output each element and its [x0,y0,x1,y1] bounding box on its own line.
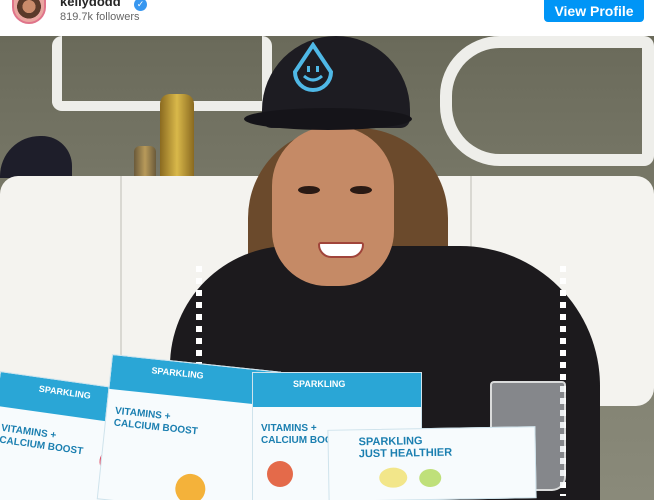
post-photo[interactable]: SPARKLING VITAMINS + CALCIUM BOOST SPARK… [0,36,654,500]
fruit-graphic [419,468,442,488]
gold-bottle [160,94,194,184]
product-box: SPARKLING JUST HEALTHIER [327,426,537,500]
profile-avatar[interactable] [12,0,46,24]
username-link[interactable]: kellydodd [60,0,121,9]
follower-count: 819.7k followers [60,11,140,23]
person-eye [350,186,372,194]
fruit-graphic [173,472,207,500]
fruit-graphic [379,467,408,488]
wall-frame-right [440,36,654,166]
person-smile [318,242,364,258]
view-profile-button[interactable]: View Profile [544,0,644,22]
droplet-logo-icon [292,42,334,92]
person-eye [298,186,320,194]
cap-brim [244,108,412,130]
fruit-graphic [267,461,293,487]
post-header: kellydodd ✓ 819.7k followers View Profil… [0,0,654,36]
verified-badge-icon: ✓ [134,0,147,11]
person-face [272,126,394,286]
shelf-cap-object [0,136,72,178]
